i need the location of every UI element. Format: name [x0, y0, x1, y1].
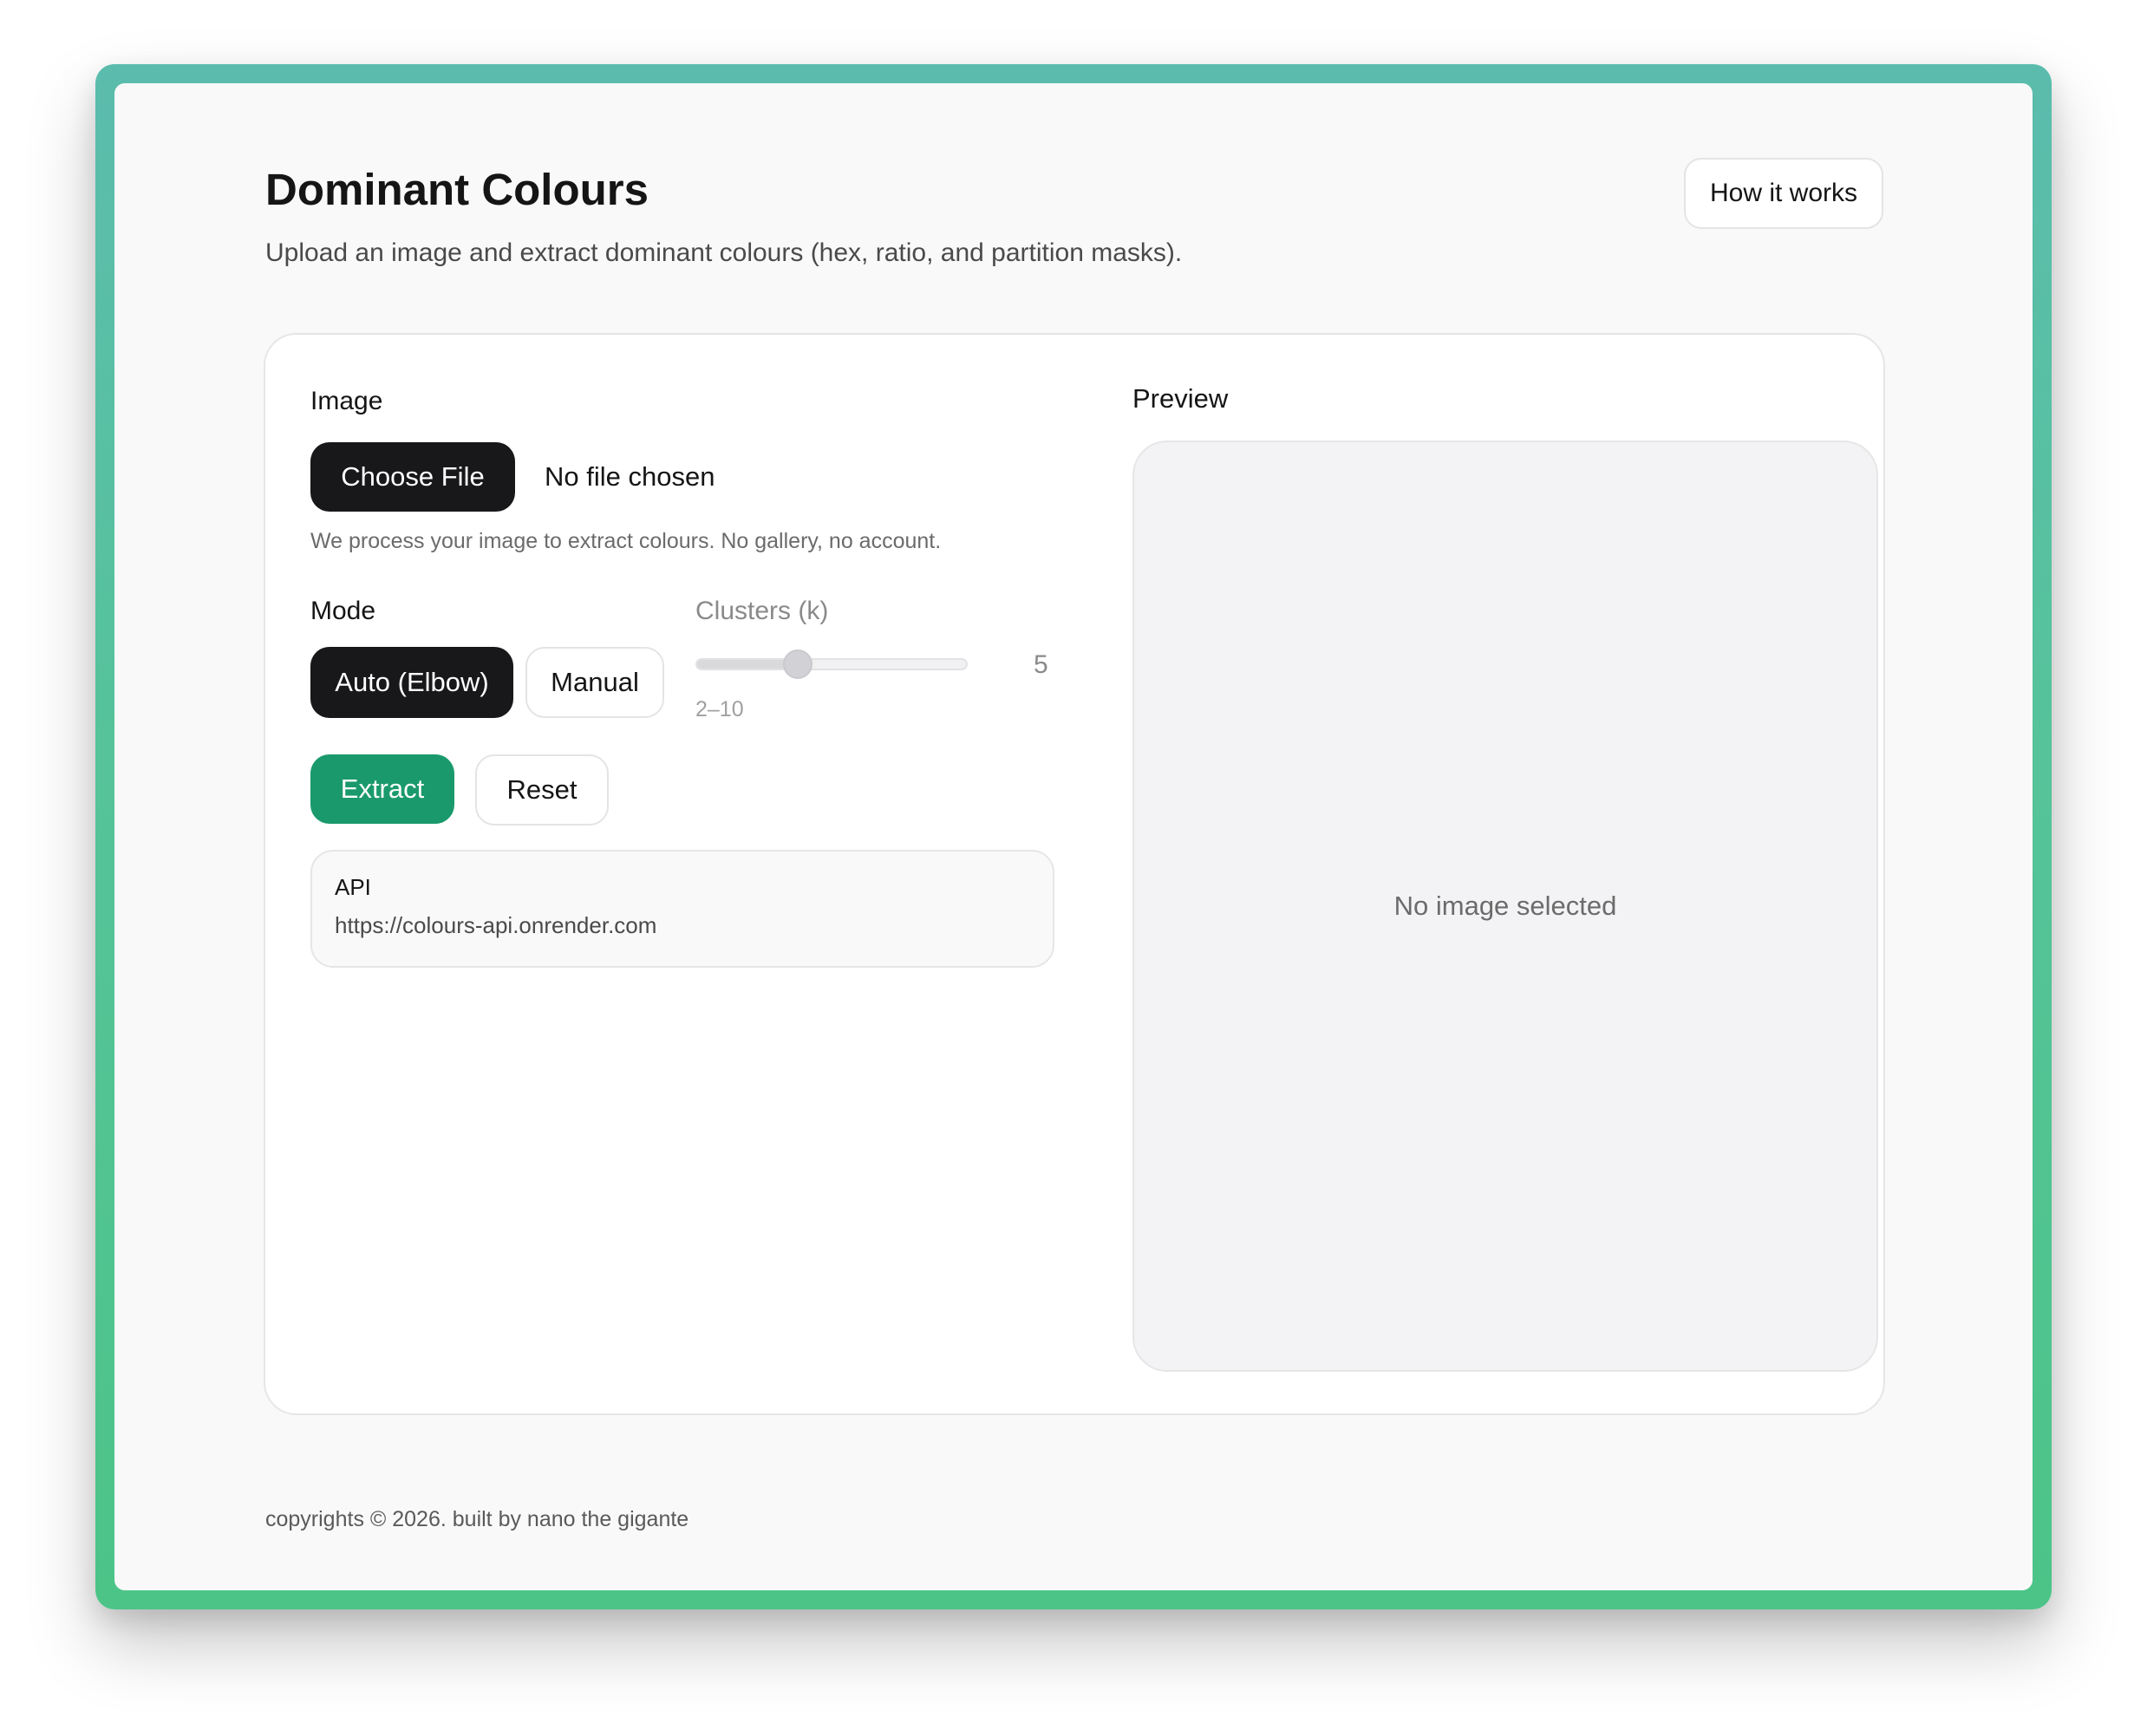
api-info-box: API https://colours-api.onrender.com: [310, 850, 1054, 968]
choose-file-button[interactable]: Choose File: [310, 442, 515, 512]
mode-label: Mode: [310, 597, 376, 625]
api-title: API: [335, 874, 371, 900]
extract-card: Image Choose File No file chosen We proc…: [264, 333, 1885, 1415]
preview-area: No image selected: [1132, 441, 1878, 1372]
clusters-range: 2–10: [695, 697, 744, 721]
page-title: Dominant Colours: [265, 165, 649, 214]
clusters-slider-track[interactable]: [695, 658, 968, 670]
how-it-works-button[interactable]: How it works: [1684, 158, 1883, 229]
mode-auto-button[interactable]: Auto (Elbow): [310, 647, 513, 718]
api-url: https://colours-api.onrender.com: [335, 912, 657, 938]
extract-button[interactable]: Extract: [310, 754, 454, 824]
reset-button[interactable]: Reset: [475, 754, 609, 826]
file-status: No file chosen: [545, 461, 715, 492]
mode-manual-button[interactable]: Manual: [525, 647, 664, 718]
app-window: Dominant Colours Upload an image and ext…: [114, 83, 2033, 1590]
clusters-label: Clusters (k): [695, 597, 829, 625]
clusters-slider-thumb[interactable]: [782, 649, 812, 679]
window-frame: Dominant Colours Upload an image and ext…: [95, 64, 2052, 1609]
page-subtitle: Upload an image and extract dominant col…: [265, 238, 1183, 267]
helper-text: We process your image to extract colours…: [310, 529, 942, 553]
footer-text: copyrights © 2026. built by nano the gig…: [265, 1507, 689, 1531]
clusters-value: 5: [1034, 650, 1048, 679]
image-label: Image: [310, 387, 383, 415]
preview-label: Preview: [1132, 383, 1229, 414]
preview-empty-text: No image selected: [1393, 891, 1617, 921]
